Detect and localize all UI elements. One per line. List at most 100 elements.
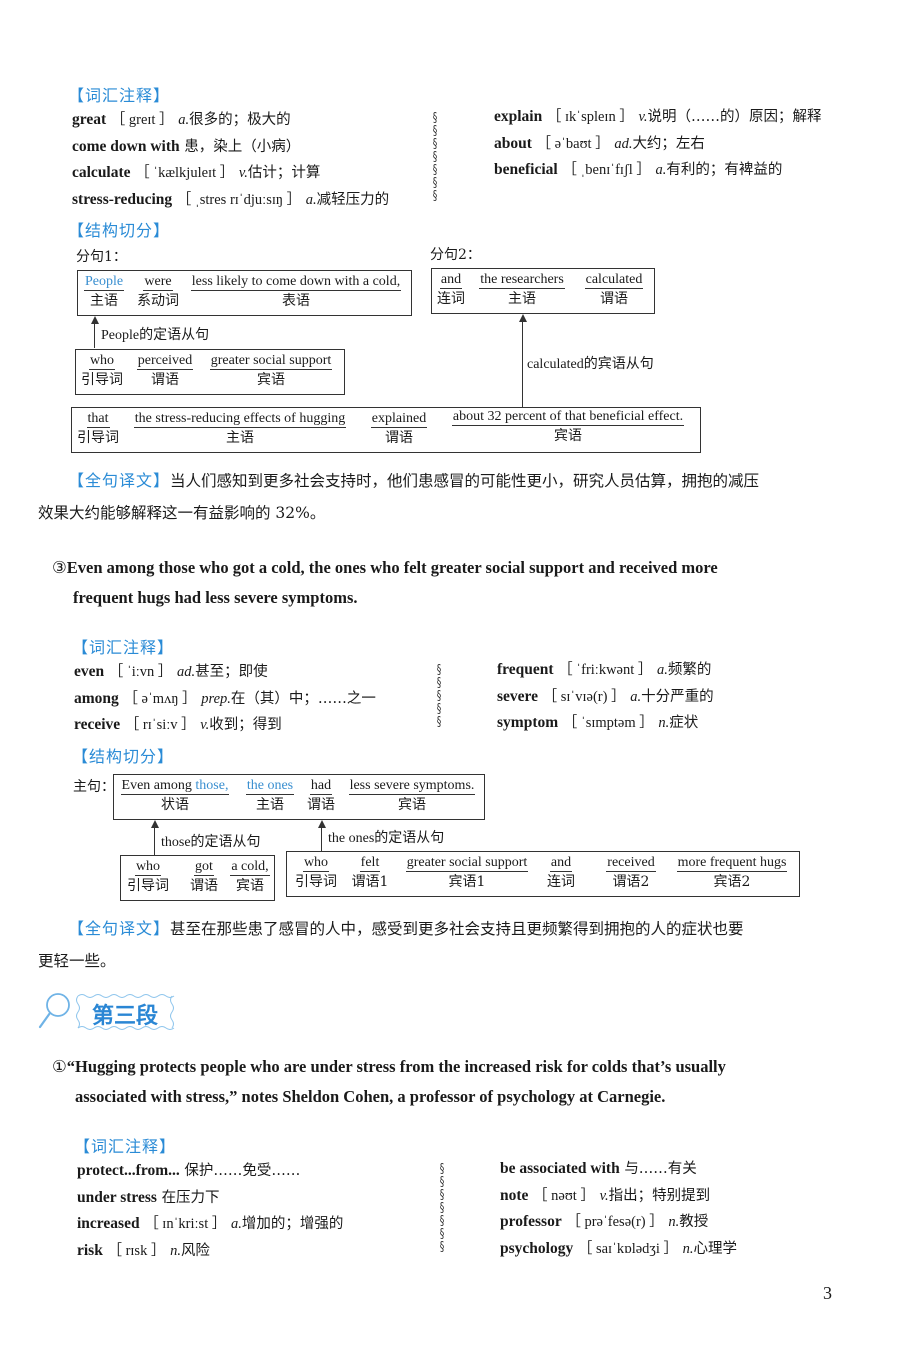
- vocab-meaning: 有利的；有裨益的: [666, 162, 783, 178]
- sub-predicate: got 谓语: [190, 859, 218, 894]
- sub-predicate-1: felt 谓语1: [351, 855, 389, 890]
- vocab-word: symptom: [497, 714, 559, 731]
- clause1-sub-box: who 引导词 perceived 谓语 greater social suppor…: [75, 349, 345, 395]
- vocab-meaning: 在（其）中；……之一: [230, 690, 376, 707]
- vocab-phonetic: ［ ˌstres rɪˈdjuːsɪŋ ］: [176, 191, 302, 208]
- vocab-list-right: frequent ［ ˈfriːkwənt ］ a.频繁的 severe ［ sɪ…: [497, 657, 714, 737]
- vocab-entry: under stress 在压力下: [77, 1185, 343, 1212]
- connector-line: [94, 322, 96, 348]
- clause1-label: 分句1：: [76, 249, 127, 265]
- vocab-meaning: 在压力下: [161, 1189, 220, 1206]
- clause2-subject: the researchers 主语: [479, 272, 565, 307]
- vocab-word: great: [72, 111, 107, 128]
- vocab-meaning: 说明（……的）原因；解释: [647, 109, 822, 125]
- sentence-1: ①“Hugging protects people who are under …: [52, 1057, 726, 1076]
- vocab-phonetic: ［ rɪˈsiːv ］: [124, 717, 196, 733]
- vocab-word: beneficial: [494, 161, 558, 178]
- vocab-word: professor: [500, 1213, 562, 1230]
- main-object: less severe symptoms. 宾语: [348, 778, 476, 813]
- vocab-entry: frequent ［ ˈfriːkwənt ］ a.频繁的: [497, 657, 714, 684]
- sub-introducer: who 引导词: [295, 855, 337, 890]
- vocab-pos: v.: [238, 165, 248, 181]
- vocab-pos: ad.: [614, 135, 633, 152]
- vocab-pos: a.: [305, 191, 317, 208]
- section-heading-badge: 第三段: [74, 992, 176, 1032]
- clause1-predicative: less likely to come down with a cold, 表语: [190, 274, 402, 309]
- vocab-entry: stress-reducing ［ ˌstres rɪˈdjuːsɪŋ ］ a.…: [72, 187, 389, 214]
- vocab-entry: be associated with 与……有关: [500, 1156, 737, 1183]
- vocab-word: about: [494, 134, 532, 152]
- vocab-meaning: 心理学: [693, 1240, 738, 1257]
- structure-label: 【结构切分】: [68, 221, 171, 240]
- vocab-list-right: explain ［ ɪkˈspleɪn ］ v.说明（……的）原因；解释 abou…: [494, 104, 821, 184]
- vocab-pos: prep.: [201, 690, 231, 707]
- vocab-meaning: 教授: [679, 1214, 709, 1230]
- vocab-phonetic: ［ saɪˈkɒlədʒi ］: [577, 1240, 679, 1257]
- vocab-word: explain: [494, 108, 543, 125]
- vocab-phonetic: ［ ˈkælkjuleɪt ］: [135, 165, 235, 181]
- sub-introducer: who 引导词: [81, 353, 123, 388]
- main-clause-label: 主句：: [73, 779, 115, 795]
- vocab-pos: v.: [599, 1187, 609, 1204]
- vocab-meaning: 增加的；增强的: [241, 1216, 344, 1232]
- clause2-predicate: calculated 谓语: [584, 272, 644, 307]
- sub-box-those: who 引导词 got 谓语 a cold, 宾语: [120, 855, 275, 901]
- vocab-word: note: [500, 1186, 529, 1204]
- vocab-word: protect...from...: [77, 1162, 180, 1179]
- vocab-list-left: even ［ ˈiːvn ］ ad.甚至；即使 among ［ əˈmʌŋ ］ p…: [74, 659, 376, 739]
- translation-2: 【全句译文】甚至在那些患了感冒的人中，感受到更多社会支持且更频繁得到拥抱的人的症…: [68, 919, 744, 938]
- vocab-list-left: protect...from... 保护……免受…… under stress 在…: [77, 1158, 343, 1264]
- main-clause-box: Even among those, 状语 the ones 主语 had 谓语 les…: [113, 774, 485, 820]
- vocab-meaning: 很多的；极大的: [189, 112, 291, 128]
- magnifier-icon: [38, 992, 72, 1036]
- structure-label: 【结构切分】: [72, 747, 175, 766]
- vocab-entry: increased ［ ɪnˈkriːst ］ a.增加的；增强的: [77, 1211, 343, 1238]
- sub-object-2: more frequent hugs 宾语2: [676, 855, 788, 890]
- connector-line: [154, 826, 156, 856]
- vocab-pos: n.: [170, 1242, 181, 1259]
- vocab-word: risk: [77, 1241, 103, 1259]
- vocab-word: receive: [74, 716, 121, 733]
- main-adverbial: Even among those, 状语: [120, 778, 230, 813]
- vocab-meaning: 频繁的: [667, 662, 712, 678]
- clause2-link-label: calculated的宾语从句: [527, 357, 654, 372]
- clause1-subject: People 主语: [83, 274, 125, 309]
- vocab-entry: even ［ ˈiːvn ］ ad.甚至；即使: [74, 659, 376, 686]
- vocab-pos: a.: [178, 112, 190, 128]
- vocab-word: increased: [77, 1215, 140, 1232]
- vocab-phonetic: ［ sɪˈvɪə(r) ］: [542, 688, 626, 705]
- vocab-entry: protect...from... 保护……免受……: [77, 1158, 343, 1185]
- vocab-label: 【词汇注释】: [68, 86, 171, 105]
- vocab-meaning: 估计；计算: [247, 165, 321, 181]
- vocab-pos: n.: [658, 715, 670, 731]
- vocab-meaning: 收到；得到: [209, 717, 282, 733]
- vocab-meaning: 症状: [669, 715, 699, 731]
- translation-2-line2: 更轻一些。: [38, 952, 116, 970]
- vocab-entry: risk ［ rɪsk ］ n.风险: [77, 1238, 343, 1265]
- clause2-conjunction: and 连词: [437, 272, 465, 307]
- vocab-pos: ad.: [177, 664, 196, 680]
- vocab-word: even: [74, 663, 105, 680]
- translation-1-line2: 效果大约能够解释这一有益影响的 32%。: [38, 504, 326, 522]
- sub-object: a cold, 宾语: [230, 859, 270, 894]
- sub-object: greater social support 宾语: [209, 353, 333, 388]
- sub-object-1: greater social support 宾语1: [405, 855, 529, 890]
- wave-divider: § § § § § § §: [432, 111, 438, 204]
- vocab-list-left: great ［ greɪt ］ a.很多的；极大的 come down with …: [72, 107, 389, 213]
- sentence-3-line2: frequent hugs had less severe symptoms.: [73, 588, 358, 607]
- translation-1: 【全句译文】当人们感知到更多社会支持时，他们患感冒的可能性更小，研究人员估算，拥…: [68, 471, 760, 490]
- sub-predicate: explained 谓语: [370, 411, 428, 446]
- vocab-word: be associated with: [500, 1160, 620, 1177]
- section-heading: 第三段: [91, 1004, 158, 1029]
- vocab-pos: n.: [682, 1240, 694, 1257]
- vocab-meaning: 甚至；即使: [195, 664, 268, 680]
- sub-predicate-2: received 谓语2: [606, 855, 656, 890]
- vocab-entry: among ［ əˈmʌŋ ］ prep.在（其）中；……之一: [74, 686, 376, 713]
- clause2-label: 分句2：: [430, 247, 481, 263]
- vocab-entry: receive ［ rɪˈsiːv ］ v.收到；得到: [74, 712, 376, 739]
- vocab-pos: a.: [230, 1216, 242, 1232]
- vocab-entry: psychology ［ saɪˈkɒlədʒi ］ n.心理学: [500, 1236, 737, 1263]
- vocab-meaning: 十分严重的: [641, 688, 714, 705]
- vocab-word: frequent: [497, 661, 554, 678]
- clause1-link-label: People的定语从句: [101, 328, 210, 343]
